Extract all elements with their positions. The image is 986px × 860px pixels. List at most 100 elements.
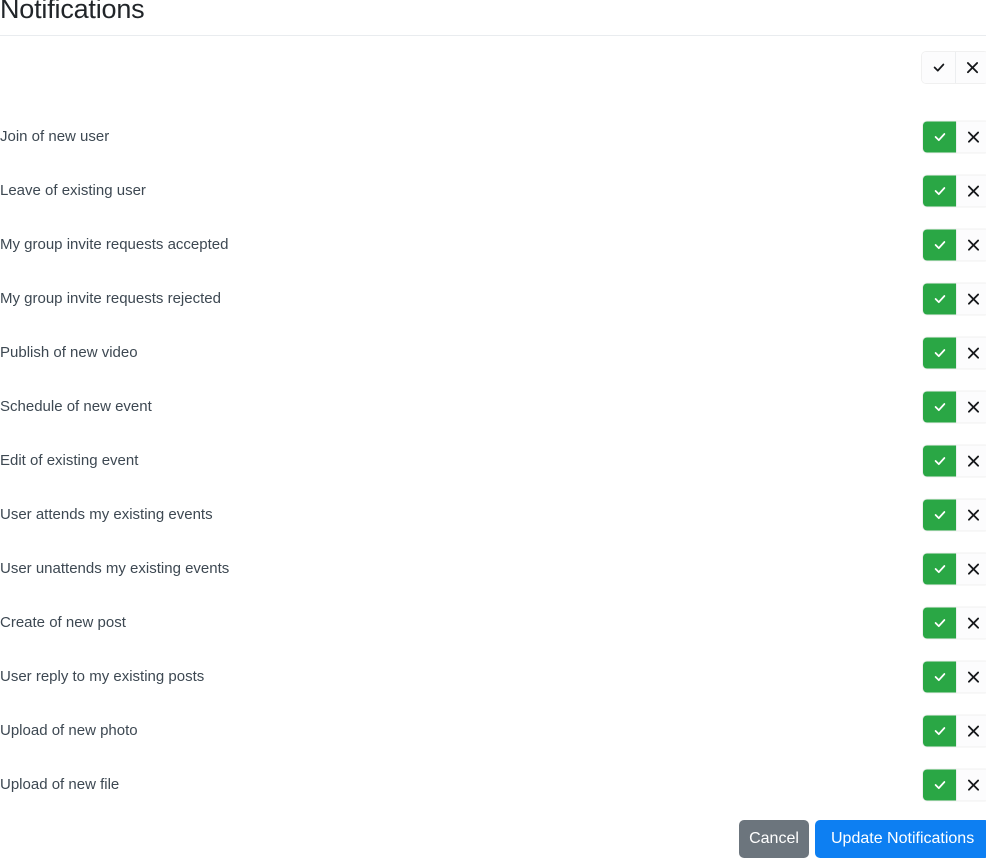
check-icon (933, 238, 947, 252)
notification-disable-button[interactable] (956, 445, 986, 477)
notification-disable-button[interactable] (956, 661, 986, 693)
notification-toggle-group[interactable] (923, 121, 986, 153)
close-icon (967, 563, 980, 576)
notification-row: Schedule of new event (0, 387, 986, 427)
page-title: Notifications (0, 0, 145, 24)
close-icon (967, 239, 980, 252)
close-icon (966, 61, 979, 74)
check-icon (933, 130, 947, 144)
notification-enable-button[interactable] (923, 229, 956, 261)
notification-row: User unattends my existing events (0, 549, 986, 589)
master-toggle-group[interactable] (922, 52, 986, 83)
notification-enable-button[interactable] (923, 553, 956, 585)
notification-enable-button[interactable] (923, 391, 956, 423)
check-icon (933, 454, 947, 468)
check-icon (933, 508, 947, 522)
notification-enable-button[interactable] (923, 283, 956, 315)
notification-toggle-group[interactable] (923, 607, 986, 639)
notification-disable-button[interactable] (956, 607, 986, 639)
notification-row-label: My group invite requests accepted (0, 236, 229, 253)
notification-disable-button[interactable] (956, 553, 986, 585)
check-icon (933, 724, 947, 738)
check-icon (933, 400, 947, 414)
notification-disable-button[interactable] (956, 175, 986, 207)
check-icon (933, 670, 947, 684)
notification-toggle-group[interactable] (923, 445, 986, 477)
update-notifications-button[interactable]: Update Notifications (815, 820, 986, 858)
notification-toggle-group[interactable] (923, 283, 986, 315)
notification-row-label: Schedule of new event (0, 398, 152, 415)
notification-toggle-group[interactable] (923, 715, 986, 747)
title-divider (0, 35, 986, 36)
check-icon (933, 616, 947, 630)
notification-row-label: User attends my existing events (0, 506, 213, 523)
notification-toggle-group[interactable] (923, 337, 986, 369)
notification-row-label: Upload of new file (0, 776, 120, 793)
close-icon (967, 185, 980, 198)
notification-row-label: Create of new post (0, 614, 126, 631)
notification-row: Upload of new photo (0, 711, 986, 751)
check-icon (932, 61, 946, 75)
check-icon (933, 562, 947, 576)
notification-enable-button[interactable] (923, 337, 956, 369)
close-icon (967, 347, 980, 360)
cancel-button[interactable]: Cancel (739, 820, 809, 858)
notification-toggle-group[interactable] (923, 661, 986, 693)
notification-disable-button[interactable] (956, 229, 986, 261)
notification-row: User reply to my existing posts (0, 657, 986, 697)
notification-row: My group invite requests accepted (0, 225, 986, 265)
close-icon (967, 131, 980, 144)
notification-disable-button[interactable] (956, 391, 986, 423)
notification-enable-button[interactable] (923, 769, 956, 801)
notification-disable-button[interactable] (956, 769, 986, 801)
notification-disable-button[interactable] (956, 337, 986, 369)
notification-row: Publish of new video (0, 333, 986, 373)
disable-all-button[interactable] (955, 52, 986, 83)
check-icon (933, 778, 947, 792)
close-icon (967, 293, 980, 306)
notification-disable-button[interactable] (956, 715, 986, 747)
notification-toggle-group[interactable] (923, 391, 986, 423)
notification-row: Create of new post (0, 603, 986, 643)
notifications-settings-page: Notifications Join of new user Leave of e… (0, 0, 986, 858)
notification-enable-button[interactable] (923, 499, 956, 531)
close-icon (967, 455, 980, 468)
notification-disable-button[interactable] (956, 499, 986, 531)
notification-toggle-group[interactable] (923, 229, 986, 261)
close-icon (967, 617, 980, 630)
notification-row: Upload of new file (0, 765, 986, 805)
enable-all-button[interactable] (922, 52, 955, 83)
footer-actions: Cancel Update Notifications (0, 820, 986, 860)
close-icon (967, 779, 980, 792)
notification-toggle-group[interactable] (923, 175, 986, 207)
notification-row: Edit of existing event (0, 441, 986, 481)
notification-row: User attends my existing events (0, 495, 986, 535)
notification-row: Join of new user (0, 117, 986, 157)
close-icon (967, 671, 980, 684)
notification-toggle-group[interactable] (923, 553, 986, 585)
close-icon (967, 509, 980, 522)
notification-row: My group invite requests rejected (0, 279, 986, 319)
notification-row-label: Publish of new video (0, 344, 138, 361)
notification-disable-button[interactable] (956, 121, 986, 153)
notification-disable-button[interactable] (956, 283, 986, 315)
notification-row-label: User unattends my existing events (0, 560, 230, 577)
close-icon (967, 725, 980, 738)
check-icon (933, 292, 947, 306)
close-icon (967, 401, 980, 414)
notification-enable-button[interactable] (923, 121, 956, 153)
notification-toggle-group[interactable] (923, 769, 986, 801)
notification-row-label: Edit of existing event (0, 452, 139, 469)
notification-enable-button[interactable] (923, 715, 956, 747)
check-icon (933, 346, 947, 360)
notification-toggle-group[interactable] (923, 499, 986, 531)
notification-enable-button[interactable] (923, 661, 956, 693)
notification-row: Leave of existing user (0, 171, 986, 211)
check-icon (933, 184, 947, 198)
notification-enable-button[interactable] (923, 607, 956, 639)
notification-row-label: Leave of existing user (0, 182, 146, 199)
notification-enable-button[interactable] (923, 175, 956, 207)
notification-enable-button[interactable] (923, 445, 956, 477)
notification-row-label: Join of new user (0, 128, 110, 145)
notification-row-label: User reply to my existing posts (0, 668, 205, 685)
